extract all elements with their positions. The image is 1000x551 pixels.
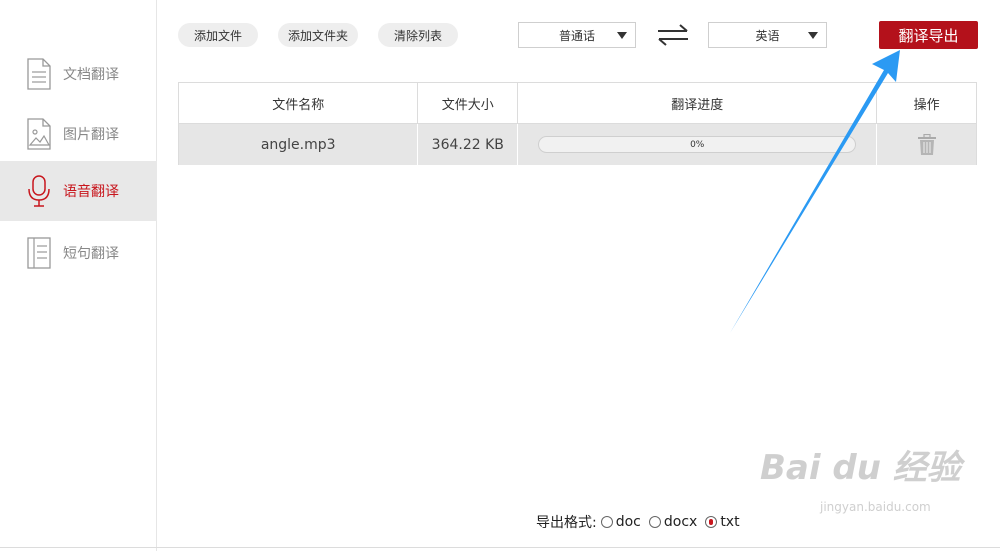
- baidu-watermark-url: jingyan.baidu.com: [820, 500, 931, 514]
- column-header-progress: 翻译进度: [518, 83, 878, 123]
- microphone-icon: [28, 175, 50, 207]
- export-format-group: 导出格式: doc docx txt: [536, 512, 748, 532]
- export-format-label: 导出格式:: [536, 515, 597, 531]
- window-bottom-border: [0, 547, 1000, 548]
- progress-cell: 0%: [518, 124, 878, 165]
- swap-arrows-icon[interactable]: [656, 24, 690, 46]
- source-language-select[interactable]: 普通话: [518, 22, 636, 48]
- sidebar-item-label: 图片翻译: [63, 127, 119, 143]
- column-header-file-size: 文件大小: [418, 83, 519, 123]
- sidebar-item-label: 短句翻译: [63, 246, 119, 262]
- target-language-value: 英语: [755, 28, 780, 43]
- file-name-cell: angle.mp3: [179, 124, 419, 165]
- target-language-select[interactable]: 英语: [708, 22, 827, 48]
- add-file-button[interactable]: 添加文件: [178, 23, 258, 47]
- table-header: 文件名称 文件大小 翻译进度 操作: [179, 83, 976, 124]
- column-header-file-name: 文件名称: [179, 83, 419, 123]
- sidebar-item-label: 文档翻译: [63, 67, 119, 83]
- radio-circle-icon: [600, 516, 613, 528]
- format-option-label: txt: [720, 514, 740, 530]
- actions-cell: [877, 124, 976, 165]
- sidebar-item-label: 语音翻译: [63, 184, 119, 200]
- sidebar-item-document-translate[interactable]: 文档翻译: [0, 44, 157, 104]
- document-icon: [27, 58, 51, 90]
- column-header-actions: 操作: [913, 97, 940, 113]
- format-radio-txt[interactable]: txt: [705, 514, 740, 530]
- format-option-label: docx: [663, 514, 698, 530]
- table-row[interactable]: angle.mp3 364.22 KB 0%: [179, 124, 976, 165]
- format-radio-docx[interactable]: docx: [648, 514, 698, 530]
- radio-circle-icon: [648, 516, 661, 528]
- format-radio-doc[interactable]: doc: [600, 514, 641, 530]
- file-table: 文件名称 文件大小 翻译进度 操作 angle.mp3 364.22 KB 0%: [178, 82, 977, 165]
- sidebar-item-image-translate[interactable]: 图片翻译: [0, 104, 157, 164]
- format-option-label: doc: [615, 514, 641, 530]
- clear-list-button[interactable]: 清除列表: [378, 23, 458, 47]
- baidu-watermark: Bai du 经验: [760, 448, 961, 488]
- trash-icon[interactable]: [917, 133, 937, 156]
- progress-bar: 0%: [538, 136, 857, 153]
- sidebar-item-voice-translate[interactable]: 语音翻译: [0, 161, 157, 221]
- image-icon: [27, 118, 51, 150]
- source-language-value: 普通话: [558, 28, 595, 43]
- sidebar: 文档翻译 图片翻译 语音翻译 短句翻译: [0, 0, 157, 551]
- sidebar-item-sentence-translate[interactable]: 短句翻译: [0, 223, 157, 283]
- text-lines-icon: [27, 237, 51, 269]
- add-folder-button[interactable]: 添加文件夹: [278, 23, 358, 47]
- radio-circle-icon: [705, 516, 718, 528]
- progress-percent: 0%: [690, 139, 705, 150]
- translate-export-button[interactable]: 翻译导出: [879, 21, 978, 49]
- file-size-cell: 364.22 KB: [418, 124, 519, 165]
- chevron-down-icon: [617, 32, 627, 39]
- chevron-down-icon: [808, 32, 818, 39]
